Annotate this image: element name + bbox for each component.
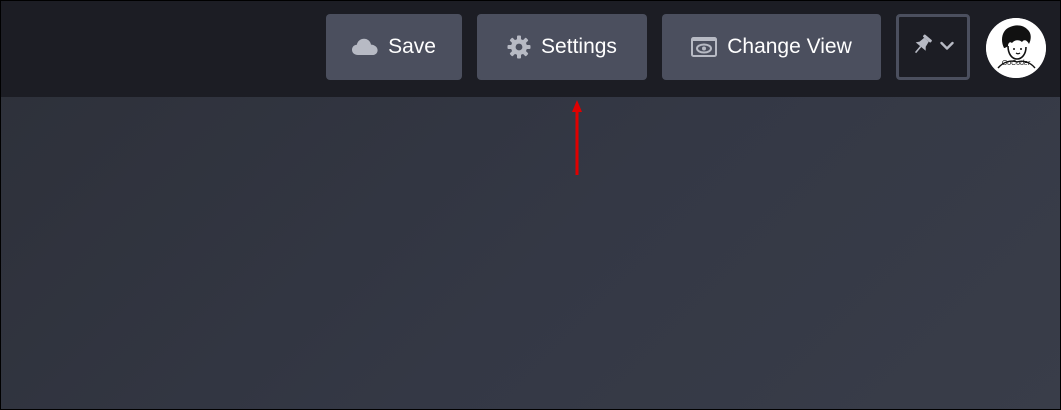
annotation-arrow bbox=[572, 100, 582, 175]
chevron-down-icon bbox=[940, 38, 954, 56]
gear-icon bbox=[507, 35, 531, 59]
avatar-illustration bbox=[986, 18, 1046, 78]
app-window: Save Settings Change View GoCoder bbox=[0, 0, 1061, 410]
eye-icon bbox=[691, 37, 718, 57]
change-view-button-label: Change View bbox=[727, 35, 852, 58]
change-view-button[interactable]: Change View bbox=[662, 14, 881, 80]
pin-dropdown-button[interactable] bbox=[896, 14, 970, 80]
save-button-label: Save bbox=[388, 35, 436, 58]
top-toolbar: Save Settings Change View GoCoder bbox=[1, 1, 1060, 97]
settings-button[interactable]: Settings bbox=[477, 14, 647, 80]
avatar-logo-text: GoCoder bbox=[1001, 60, 1031, 67]
pin-icon bbox=[912, 34, 932, 61]
settings-button-label: Settings bbox=[541, 35, 617, 58]
user-avatar[interactable]: GoCoder bbox=[986, 18, 1046, 78]
save-button[interactable]: Save bbox=[326, 14, 462, 80]
cloud-icon bbox=[352, 38, 378, 56]
